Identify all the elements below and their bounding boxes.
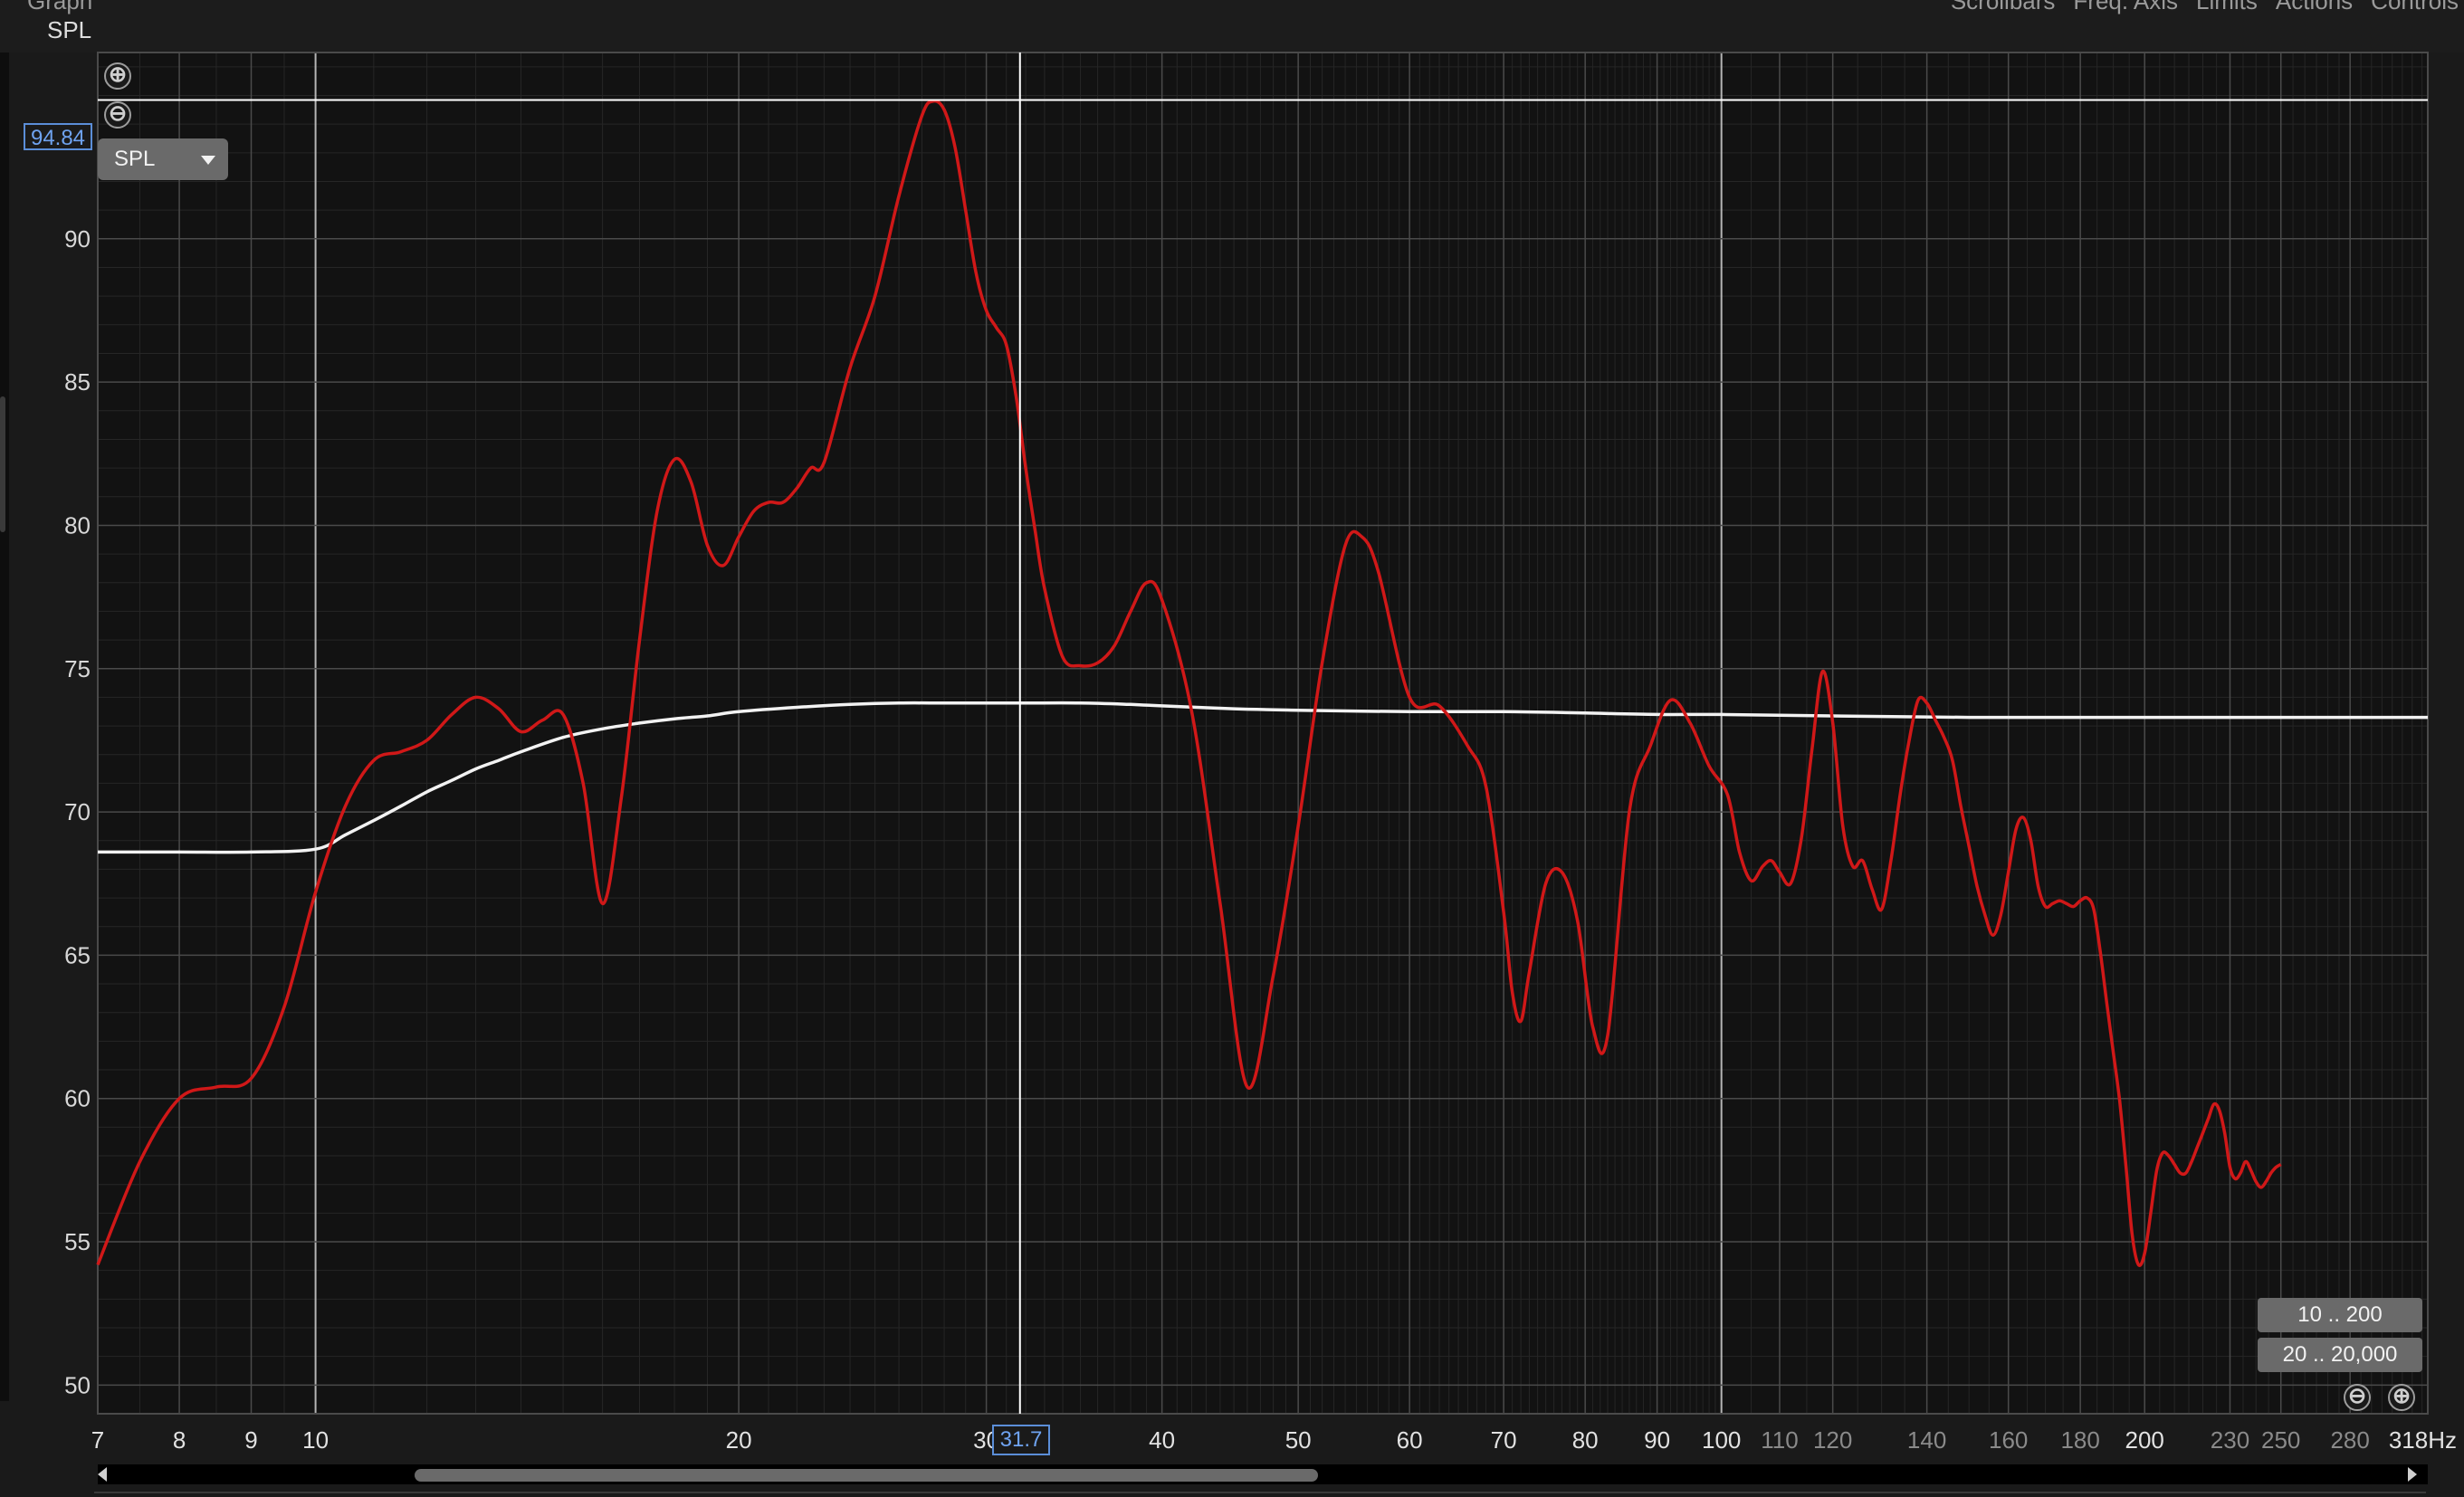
y-tick-label: 55	[64, 1228, 91, 1255]
zoom-out-icon[interactable]: ⊖	[104, 101, 131, 129]
horizontal-scroll-thumb[interactable]	[415, 1469, 1318, 1482]
scroll-right-icon[interactable]	[2408, 1467, 2417, 1482]
x-tick-label: 160	[1989, 1426, 2028, 1454]
scroll-left-icon[interactable]	[98, 1467, 107, 1482]
x-tick-label: 200	[2125, 1426, 2164, 1454]
x-tick-label: 80	[1572, 1426, 1599, 1454]
x-tick-label: 90	[1644, 1426, 1670, 1454]
x-tick-labels: 7 8 9 10 20 30 40 50 60 70 80 90 100 110 120 140 160 180 2…	[91, 1426, 2457, 1454]
y-axis-selector-label: SPL	[114, 147, 156, 171]
y-tick-label: 65	[64, 941, 91, 968]
x-tick-label: 10	[302, 1426, 329, 1454]
y-tick-labels: 50 55 60 65 70 75 80 85 90	[64, 225, 91, 1399]
x-tick-label: 60	[1397, 1426, 1423, 1454]
y-tick-label: 75	[64, 655, 91, 682]
x-tick-label: 50	[1285, 1426, 1312, 1454]
x-tick-label: 100	[1702, 1426, 1741, 1454]
x-axis-end-label: 318Hz	[2389, 1426, 2457, 1454]
spl-chart[interactable]: 505560657075808590 7 8 9 10 20 30 40 50 60 70 80 90…	[0, 0, 2464, 1497]
zoom-in-icon[interactable]: ⊕	[104, 62, 131, 90]
x-tick-label: 140	[1907, 1426, 1946, 1454]
cursor-x-value: 31.7	[992, 1425, 1050, 1455]
cursor-y-value: 94.84	[24, 123, 92, 150]
x-tick-label: 20	[726, 1426, 752, 1454]
y-tick-label: 70	[64, 798, 91, 825]
y-tick-label: 80	[64, 511, 91, 539]
x-tick-label: 40	[1149, 1426, 1175, 1454]
x-tick-label: 230	[2211, 1426, 2249, 1454]
range-preset-20-20000[interactable]: 20 .. 20,000	[2258, 1338, 2422, 1372]
chevron-down-icon	[201, 156, 215, 165]
x-tick-label: 280	[2330, 1426, 2369, 1454]
y-tick-label: 90	[64, 225, 91, 253]
y-tick-label: 60	[64, 1085, 91, 1112]
x-tick-label: 70	[1491, 1426, 1517, 1454]
y-axis-selector[interactable]: SPL	[98, 138, 228, 180]
x-tick-label: 8	[173, 1426, 186, 1454]
x-zoom-out-icon[interactable]: ⊖	[2344, 1384, 2371, 1411]
plot-background	[98, 52, 2428, 1414]
x-tick-label: 120	[1813, 1426, 1852, 1454]
range-preset-10-200[interactable]: 10 .. 200	[2258, 1298, 2422, 1332]
x-zoom-in-icon[interactable]: ⊕	[2388, 1384, 2415, 1411]
x-tick-label: 110	[1761, 1426, 1798, 1454]
x-tick-label: 250	[2261, 1426, 2300, 1454]
y-tick-label: 85	[64, 368, 91, 396]
y-tick-label: 50	[64, 1371, 91, 1398]
x-tick-label: 9	[244, 1426, 257, 1454]
x-tick-label: 180	[2060, 1426, 2099, 1454]
x-tick-label: 7	[91, 1426, 104, 1454]
divider	[94, 1492, 2426, 1493]
